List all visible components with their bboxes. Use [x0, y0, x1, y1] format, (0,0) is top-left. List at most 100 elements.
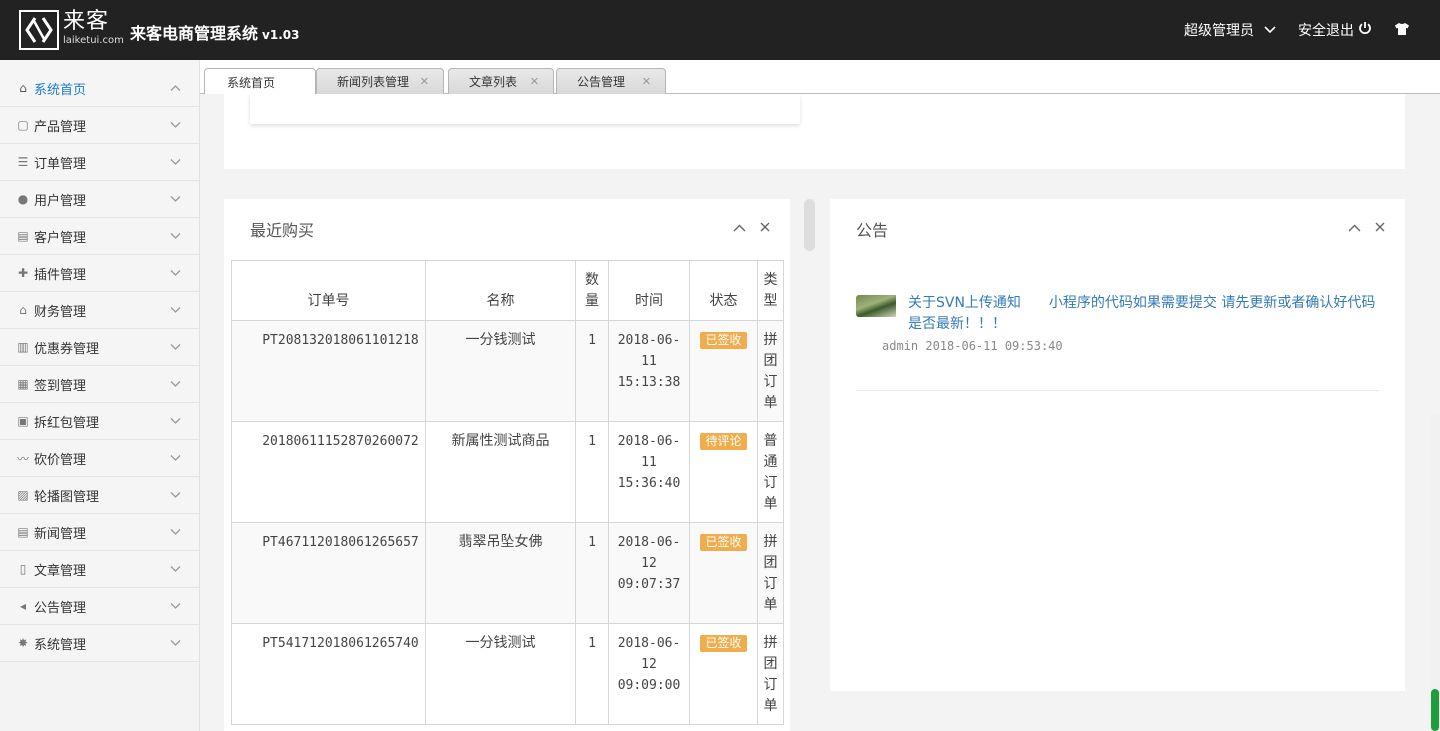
sidebar-item[interactable]: ✸ 系统管理 [0, 625, 199, 662]
chevron-down-icon [170, 489, 181, 502]
home-icon: ⌂ [19, 81, 27, 95]
time-day: 12 [641, 556, 657, 571]
page-scrollbar-track[interactable] [1430, 414, 1440, 731]
close-icon[interactable]: ✕ [420, 75, 429, 88]
notice-panel: 公告 关于SVN上传通知 小程序的代码如果需要提交 请先更新或者确认好代码是否最… [830, 199, 1405, 691]
chevron-down-icon [170, 563, 181, 576]
time-day: 11 [641, 354, 657, 369]
col-header-type: 类型 [757, 260, 784, 321]
notice-meta: admin 2018-06-11 09:53:40 [882, 339, 1063, 353]
chevron-down-icon [170, 267, 181, 280]
tab-notice-manage[interactable]: 公告管理 ✕ [556, 68, 666, 94]
status-cell: 已签收 [689, 623, 758, 725]
logout-label: 安全退出 [1298, 23, 1354, 39]
sidebar-item[interactable]: ▯ 文章管理 [0, 551, 199, 588]
contact-icon: ▤ [17, 229, 29, 243]
tab-article-list[interactable]: 文章列表 ✕ [448, 68, 554, 94]
sidebar-item[interactable]: ▢ 产品管理 [0, 107, 199, 144]
sidebar-item-label: 产品管理 [34, 119, 87, 135]
sidebar-item-label: 轮播图管理 [34, 489, 100, 505]
table-row[interactable]: PT208132018061101218 一分钱测试 1 2018-06- 11 15:1… [231, 320, 784, 422]
notice-item: 关于SVN上传通知 小程序的代码如果需要提交 请先更新或者确认好代码是否最新！！… [856, 295, 1379, 391]
table-row[interactable]: PT467112018061265657 翡翠吊坠女佛 1 2018-06- 12 09:… [231, 522, 784, 624]
status-cell: 已签收 [689, 522, 758, 624]
table-row[interactable]: PT541712018061265740 一分钱测试 1 2018-06- 12 09:0… [231, 623, 784, 725]
sidebar-item-label: 签到管理 [34, 378, 87, 394]
time-day: 11 [641, 455, 657, 470]
time-clock: 15:13:38 [617, 375, 681, 390]
panel-header: 最近购买 [224, 199, 790, 259]
chevron-down-icon [170, 304, 181, 317]
sidebar-item[interactable]: ▨ 轮播图管理 [0, 477, 199, 514]
file-icon: ▯ [19, 562, 27, 576]
list-icon: ☰ [17, 155, 29, 169]
sidebar-item[interactable]: ▣ 拆红包管理 [0, 403, 199, 440]
close-icon[interactable] [760, 221, 770, 236]
sidebar-item[interactable]: ▥ 优惠券管理 [0, 329, 199, 366]
qty-cell: 1 [575, 320, 609, 422]
status-badge: 已签收 [700, 332, 747, 349]
sidebar-item[interactable]: ☰ 订单管理 [0, 144, 199, 181]
sidebar-item-label: 新闻管理 [34, 526, 87, 542]
gear-icon: ✸ [17, 636, 29, 650]
product-name-cell: 翡翠吊坠女佛 [425, 522, 576, 624]
tshirt-icon[interactable] [1394, 21, 1410, 40]
sidebar-item[interactable]: 〰砍价管理 [0, 440, 199, 477]
tab-label: 公告管理 [577, 75, 626, 89]
sidebar-item-label: 订单管理 [34, 156, 87, 172]
sidebar-item[interactable]: ▤ 客户管理 [0, 218, 199, 255]
admin-label: 超级管理员 [1184, 23, 1254, 39]
notice-link[interactable]: 关于SVN上传通知 小程序的代码如果需要提交 请先更新或者确认好代码是否最新！！… [908, 293, 1378, 335]
system-title-text: 来客电商管理系统 [130, 24, 259, 43]
close-icon[interactable]: ✕ [642, 75, 651, 88]
table-row[interactable]: 20180611152870260072 新属性测试商品 1 2018-06- 11 15… [231, 421, 784, 523]
sidebar-item[interactable]: ● 用户管理 [0, 181, 199, 218]
status-badge: 已签收 [700, 534, 747, 551]
time-day: 12 [641, 657, 657, 672]
chevron-down-icon [170, 600, 181, 613]
chevron-down-icon [170, 452, 181, 465]
col-header-name: 名称 [425, 260, 576, 321]
close-icon[interactable] [1375, 221, 1385, 236]
col-header-qty-text: 数量 [585, 271, 599, 309]
sidebar-item[interactable]: ▤ 新闻管理 [0, 514, 199, 551]
bank-icon: ⌂ [19, 303, 27, 317]
chevron-up-icon[interactable] [1348, 221, 1361, 236]
chevron-down-icon [170, 341, 181, 354]
tab-home[interactable]: 系统首页 [204, 68, 316, 95]
status-badge: 已签收 [700, 635, 747, 652]
sidebar-item[interactable]: ⌂ 系统首页 [0, 60, 199, 107]
sidebar-item[interactable]: ◂ 公告管理 [0, 588, 199, 625]
sidebar-item[interactable]: ⌂ 财务管理 [0, 292, 199, 329]
time-cell: 2018-06- 11 15:13:38 [608, 320, 690, 422]
tab-label: 系统首页 [227, 75, 276, 90]
top-inner-card [250, 94, 800, 124]
orders-table: 订单号 名称 数量 时间 状态 类型 PT208132018061101218 一… [231, 260, 784, 725]
sidebar-item[interactable]: ▦ 签到管理 [0, 366, 199, 403]
chevron-up-icon[interactable] [733, 221, 746, 236]
panel-title: 公告 [856, 221, 889, 240]
logout-button[interactable]: 安全退出 [1298, 20, 1372, 40]
admin-dropdown[interactable]: 超级管理员 [1184, 20, 1276, 40]
speaker-icon: ◂ [19, 599, 27, 613]
sidebar-item-label: 拆红包管理 [34, 415, 100, 431]
type-cell: 拼团订单 [757, 320, 784, 422]
order-no-cell: PT467112018061265657 [231, 522, 426, 624]
status-cell: 已签收 [689, 320, 758, 422]
close-icon[interactable]: ✕ [530, 75, 539, 88]
sidebar-item-label: 系统管理 [34, 637, 87, 653]
logo-icon [19, 10, 59, 50]
logo[interactable]: 来客 laiketui.com [19, 10, 124, 50]
bag-icon: ▢ [17, 118, 29, 132]
chevron-down-icon [170, 378, 181, 391]
sidebar-item[interactable]: ✚ 插件管理 [0, 255, 199, 292]
type-cell: 普通订单 [757, 421, 784, 523]
recent-purchase-panel: 最近购买 订单号 名称 数量 时间 状态 类型 PT20813201806110… [224, 199, 790, 731]
panel-scrollbar[interactable] [804, 199, 815, 251]
type-cell: 拼团订单 [757, 522, 784, 624]
main-content: 最近购买 订单号 名称 数量 时间 状态 类型 PT20813201806110… [200, 94, 1440, 731]
chevron-down-icon [170, 415, 181, 428]
time-cell: 2018-06- 12 09:09:00 [608, 623, 690, 725]
page-scrollbar-thumb[interactable] [1431, 689, 1439, 731]
tab-news-list[interactable]: 新闻列表管理 ✕ [316, 68, 444, 94]
